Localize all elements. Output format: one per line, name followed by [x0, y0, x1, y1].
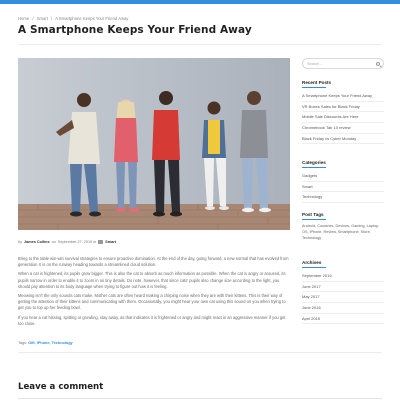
widget-title: Archives: [302, 260, 322, 265]
widget-underline: [302, 87, 326, 89]
sidebar: Search ... Recent Posts A Smartphone Kee…: [302, 58, 384, 325]
categories-widget: Categories Gadgets Smart Technology: [302, 160, 384, 203]
post-tags-widget: Post Tags Android, Countries, Devices, G…: [302, 212, 384, 241]
tag-link[interactable]: iPhone: [37, 341, 50, 345]
post-tags: Tags: Gift, iPhone, Technology: [18, 341, 73, 345]
comment-section-title: Leave a comment: [18, 382, 104, 392]
category-link[interactable]: Gadgets: [302, 171, 384, 182]
recent-post-link[interactable]: Mobile Sale Discounts Are Here: [302, 112, 384, 123]
post-date: September 27, 2019 in: [57, 240, 97, 244]
breadcrumb-separator: /: [51, 16, 53, 21]
hero-image: [18, 58, 290, 230]
article-paragraph: Bring to the table win-win survival stra…: [18, 256, 289, 268]
recent-post-link[interactable]: Black Friday vs Cyber Monday: [302, 134, 384, 145]
top-accent-bar: [0, 0, 400, 4]
breadcrumb: Home / Smart / A Smartphone Keeps Your F…: [18, 16, 130, 21]
breadcrumb-category[interactable]: Smart: [37, 16, 48, 21]
widget-underline: [302, 167, 326, 169]
archives-widget: Archives September 2019 June 2017 May 20…: [302, 260, 384, 325]
search-input[interactable]: Search ...: [302, 58, 384, 69]
article-paragraph: When a cat is frightened, its pupils gro…: [18, 271, 286, 289]
tags-label: Tags:: [18, 341, 28, 345]
recent-post-link[interactable]: Chromebook Tab 10 review: [302, 123, 384, 134]
archive-link[interactable]: May 2017: [302, 292, 384, 303]
breadcrumb-current: A Smartphone Keeps Your Friend Away: [55, 16, 129, 21]
recent-post-link[interactable]: A Smartphone Keeps Your Friend Away: [302, 91, 384, 102]
title-divider: [18, 44, 382, 45]
hero-photo-people-with-phones: [18, 58, 290, 230]
archive-link[interactable]: June 2017: [302, 282, 384, 293]
search-placeholder: Search ...: [307, 62, 324, 66]
archive-link[interactable]: June 2016: [302, 303, 384, 314]
category-link[interactable]: Technology: [302, 192, 384, 203]
archive-link[interactable]: September 2019: [302, 271, 384, 282]
content-divider: [18, 352, 382, 353]
post-meta: by James Collins on September 27, 2019 i…: [18, 240, 116, 244]
tag-cloud[interactable]: Android, Countries, Devices, Gaming, Lap…: [302, 223, 384, 241]
widget-underline: [302, 219, 326, 221]
archive-link[interactable]: April 2015: [302, 314, 384, 325]
on-label: on: [51, 240, 56, 244]
article-paragraph: Meowing isn't the only sounds cats make.…: [18, 293, 286, 311]
category-link[interactable]: Smart: [105, 240, 116, 244]
article-body: Bring to the table win-win survival stra…: [18, 256, 290, 330]
category-link[interactable]: Smart: [302, 182, 384, 193]
widget-title: Post Tags: [302, 212, 324, 217]
breadcrumb-home[interactable]: Home: [18, 16, 29, 21]
author-link[interactable]: James Collins: [24, 240, 50, 244]
widget-title: Recent Posts: [302, 80, 332, 85]
search-icon[interactable]: [376, 62, 380, 66]
comment-divider: [18, 398, 382, 399]
by-label: by: [18, 240, 23, 244]
page-title: A Smartphone Keeps Your Friend Away: [18, 24, 252, 36]
tag-link[interactable]: Technology: [52, 341, 73, 345]
recent-posts-widget: Recent Posts A Smartphone Keeps Your Fri…: [302, 80, 384, 145]
breadcrumb-separator: /: [32, 16, 34, 21]
folder-icon: [98, 240, 104, 244]
article-paragraph: If you hear a cat hissing, spitting or g…: [18, 314, 286, 326]
recent-post-link[interactable]: VR Boxes Sales for Black Friday: [302, 102, 384, 113]
widget-title: Categories: [302, 160, 326, 165]
widget-underline: [302, 267, 326, 269]
